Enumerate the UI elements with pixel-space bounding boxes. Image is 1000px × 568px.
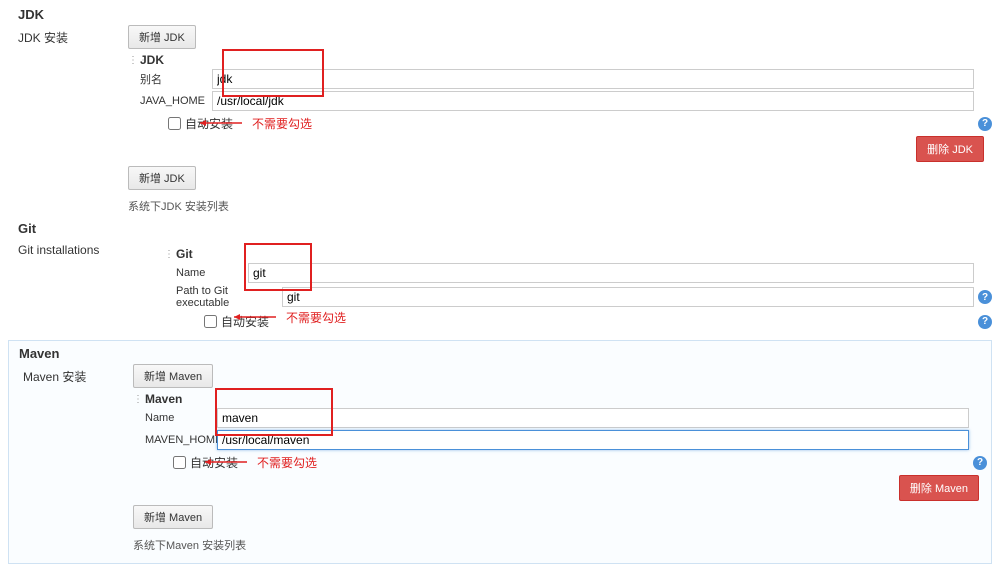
jdk-alias-input[interactable] bbox=[212, 69, 974, 89]
help-icon[interactable]: ? bbox=[978, 290, 992, 304]
git-autoinstall-label: 自动安装 bbox=[221, 313, 269, 330]
jdk-section-title: JDK bbox=[8, 4, 992, 25]
help-icon[interactable]: ? bbox=[973, 456, 987, 470]
help-icon[interactable]: ? bbox=[978, 117, 992, 131]
delete-jdk-button[interactable]: 删除 JDK bbox=[916, 136, 984, 162]
maven-autoinstall-label: 自动安装 bbox=[190, 454, 238, 471]
maven-home-label: MAVEN_HOME bbox=[133, 434, 217, 446]
jdk-autoinstall-checkbox[interactable] bbox=[168, 117, 181, 130]
maven-section-title: Maven bbox=[13, 343, 987, 364]
git-path-label: Path to Git executable bbox=[164, 285, 282, 309]
maven-home-input[interactable] bbox=[217, 430, 969, 450]
git-section-title: Git bbox=[8, 218, 992, 239]
maven-name-input[interactable] bbox=[217, 408, 969, 428]
jdk-home-input[interactable] bbox=[212, 91, 974, 111]
add-jdk-button[interactable]: 新增 JDK bbox=[128, 25, 196, 49]
jdk-left-label: JDK 安装 bbox=[8, 25, 128, 214]
add-maven-button[interactable]: 新增 Maven bbox=[133, 364, 213, 388]
add-jdk-button-2[interactable]: 新增 JDK bbox=[128, 166, 196, 190]
maven-tool-name: Maven bbox=[145, 392, 182, 406]
jdk-list-text: 系统下JDK 安装列表 bbox=[128, 198, 992, 214]
maven-left-label: Maven 安装 bbox=[13, 364, 133, 553]
maven-autoinstall-checkbox[interactable] bbox=[173, 456, 186, 469]
help-icon[interactable]: ? bbox=[978, 315, 992, 329]
drag-handle-icon[interactable]: ⋮⋮ bbox=[128, 55, 136, 66]
jdk-home-label: JAVA_HOME bbox=[128, 95, 212, 107]
git-autoinstall-checkbox[interactable] bbox=[204, 315, 217, 328]
drag-handle-icon[interactable]: ⋮⋮ bbox=[133, 394, 141, 405]
jdk-alias-label: 别名 bbox=[128, 71, 212, 87]
maven-name-label: Name bbox=[133, 412, 217, 424]
git-left-label: Git installations bbox=[8, 239, 128, 334]
jdk-autoinstall-label: 自动安装 bbox=[185, 115, 233, 132]
git-name-label: Name bbox=[164, 267, 248, 279]
git-tool-name: Git bbox=[176, 247, 193, 261]
drag-handle-icon[interactable]: ⋮⋮ bbox=[164, 249, 172, 260]
git-path-input[interactable] bbox=[282, 287, 974, 307]
git-name-input[interactable] bbox=[248, 263, 974, 283]
add-maven-button-2[interactable]: 新增 Maven bbox=[133, 505, 213, 529]
delete-maven-button[interactable]: 删除 Maven bbox=[899, 475, 979, 501]
maven-list-text: 系统下Maven 安装列表 bbox=[133, 537, 987, 553]
jdk-tool-name: JDK bbox=[140, 53, 164, 67]
